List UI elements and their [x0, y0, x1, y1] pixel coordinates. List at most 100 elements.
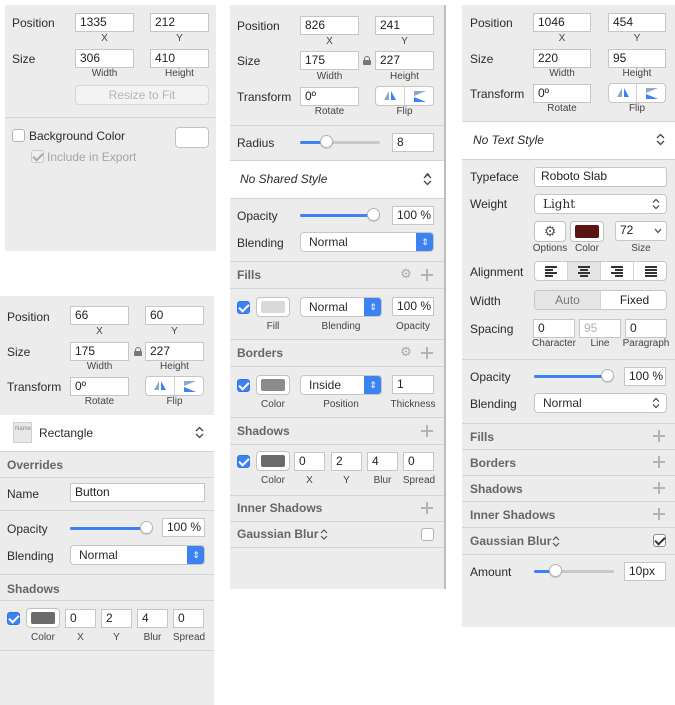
- height-field[interactable]: 227: [375, 51, 434, 70]
- shadow-color-well[interactable]: [26, 608, 60, 628]
- position-y-field[interactable]: 60: [145, 306, 204, 325]
- background-color-checkbox[interactable]: [12, 129, 25, 142]
- align-center-icon[interactable]: [568, 262, 601, 280]
- text-color-well[interactable]: [570, 221, 604, 242]
- flip-horizontal-icon[interactable]: [146, 377, 175, 395]
- shadow-x-field[interactable]: 0: [65, 609, 96, 628]
- updown-chevron-icon[interactable]: [195, 426, 204, 439]
- amount-field[interactable]: 10px: [624, 562, 666, 581]
- updown-chevron-icon[interactable]: [552, 536, 560, 547]
- font-size-field[interactable]: 72: [615, 221, 667, 241]
- add-fill-icon[interactable]: [653, 430, 665, 442]
- line-spacing-field[interactable]: 95: [579, 319, 621, 338]
- position-x-field[interactable]: 826: [300, 16, 359, 35]
- blending-select[interactable]: Normal ⇕: [300, 232, 434, 252]
- add-inner-shadow-icon[interactable]: [653, 508, 665, 520]
- alignment-control[interactable]: [534, 261, 667, 281]
- opacity-field[interactable]: 100 %: [624, 367, 666, 386]
- border-position-select[interactable]: Inside ⇕: [300, 375, 382, 395]
- width-auto-option[interactable]: Auto: [535, 291, 601, 309]
- text-style-select[interactable]: No Text Style: [473, 133, 544, 147]
- rotate-field[interactable]: 0º: [70, 377, 129, 396]
- position-y-field[interactable]: 454: [608, 13, 666, 32]
- border-color-well[interactable]: [256, 375, 290, 395]
- resize-to-fit-button[interactable]: Resize to Fit: [75, 85, 209, 105]
- typeface-field[interactable]: Roboto Slab: [534, 167, 667, 187]
- border-thickness-field[interactable]: 1: [392, 375, 434, 394]
- fill-blending-select[interactable]: Normal ⇕: [300, 297, 382, 317]
- opacity-slider[interactable]: [300, 208, 380, 222]
- position-x-field[interactable]: 66: [70, 306, 129, 325]
- shadow-y-field[interactable]: 2: [331, 452, 362, 471]
- gear-icon[interactable]: ⚙: [400, 267, 412, 280]
- paragraph-spacing-field[interactable]: 0: [625, 319, 667, 338]
- align-right-icon[interactable]: [601, 262, 634, 280]
- align-left-icon[interactable]: [535, 262, 568, 280]
- updown-chevron-icon[interactable]: [423, 173, 432, 186]
- rotate-field[interactable]: 0º: [533, 84, 591, 103]
- gaussian-blur-select[interactable]: Gaussian Blur: [470, 534, 551, 548]
- updown-chevron-icon[interactable]: [656, 133, 665, 146]
- blending-select[interactable]: Normal ⇕: [70, 545, 205, 565]
- position-x-field[interactable]: 1046: [533, 13, 591, 32]
- flip-vertical-icon[interactable]: [405, 87, 434, 105]
- shadow-blur-field[interactable]: 4: [137, 609, 168, 628]
- fill-opacity-field[interactable]: 100 %: [392, 297, 434, 316]
- fill-checkbox[interactable]: [237, 301, 250, 314]
- blending-select[interactable]: Normal: [534, 393, 667, 413]
- shadow-color-well[interactable]: [256, 451, 290, 471]
- radius-slider[interactable]: [300, 135, 380, 149]
- flip-vertical-icon[interactable]: [175, 377, 204, 395]
- shadow-x-field[interactable]: 0: [294, 452, 325, 471]
- gaussian-blur-checkbox[interactable]: [421, 528, 434, 541]
- gaussian-blur-select[interactable]: Gaussian Blur: [237, 527, 318, 541]
- fill-color-well[interactable]: [256, 297, 290, 317]
- flip-horizontal-icon[interactable]: [376, 87, 405, 105]
- shadow-checkbox[interactable]: [237, 455, 250, 468]
- width-field[interactable]: 306: [75, 49, 134, 68]
- shadow-spread-field[interactable]: 0: [403, 452, 434, 471]
- shared-style-select[interactable]: No Shared Style: [240, 172, 327, 186]
- symbol-select[interactable]: Rectangle: [39, 426, 93, 440]
- position-y-field[interactable]: 212: [150, 13, 209, 32]
- shadow-y-field[interactable]: 2: [101, 609, 132, 628]
- lock-icon[interactable]: [363, 56, 371, 65]
- width-field[interactable]: 175: [70, 342, 129, 361]
- background-color-well[interactable]: [175, 127, 209, 148]
- width-mode-control[interactable]: Auto Fixed: [534, 290, 667, 310]
- flip-horizontal-icon[interactable]: [609, 84, 637, 102]
- width-field[interactable]: 175: [300, 51, 359, 70]
- lock-icon[interactable]: [134, 347, 142, 356]
- height-field[interactable]: 410: [150, 49, 209, 68]
- text-options-button[interactable]: ⚙: [534, 221, 566, 242]
- add-shadow-icon[interactable]: [421, 425, 433, 437]
- flip-vertical-icon[interactable]: [637, 84, 665, 102]
- opacity-slider[interactable]: [534, 369, 614, 383]
- amount-slider[interactable]: [534, 564, 614, 578]
- flip-control[interactable]: [608, 83, 666, 103]
- border-checkbox[interactable]: [237, 379, 250, 392]
- include-export-checkbox[interactable]: [31, 150, 44, 163]
- shadow-checkbox[interactable]: [7, 612, 20, 625]
- opacity-slider[interactable]: [70, 521, 153, 535]
- add-inner-shadow-icon[interactable]: [421, 502, 433, 514]
- flip-control[interactable]: [375, 86, 434, 106]
- rotate-field[interactable]: 0º: [300, 87, 359, 106]
- flip-control[interactable]: [145, 376, 204, 396]
- updown-chevron-icon[interactable]: [320, 529, 328, 540]
- character-spacing-field[interactable]: 0: [533, 319, 575, 338]
- opacity-field[interactable]: 100 %: [162, 518, 205, 537]
- opacity-field[interactable]: 100 %: [392, 206, 434, 225]
- position-x-field[interactable]: 1335: [75, 13, 134, 32]
- width-fixed-option[interactable]: Fixed: [601, 291, 666, 309]
- add-border-icon[interactable]: [653, 456, 665, 468]
- gear-icon[interactable]: ⚙: [400, 345, 412, 358]
- shadow-spread-field[interactable]: 0: [173, 609, 204, 628]
- position-y-field[interactable]: 241: [375, 16, 434, 35]
- add-border-icon[interactable]: [421, 347, 433, 359]
- weight-select[interactable]: Light: [534, 194, 667, 214]
- add-shadow-icon[interactable]: [653, 482, 665, 494]
- radius-field[interactable]: 8: [392, 133, 434, 152]
- shadow-blur-field[interactable]: 4: [367, 452, 398, 471]
- name-override-field[interactable]: Button: [70, 483, 205, 502]
